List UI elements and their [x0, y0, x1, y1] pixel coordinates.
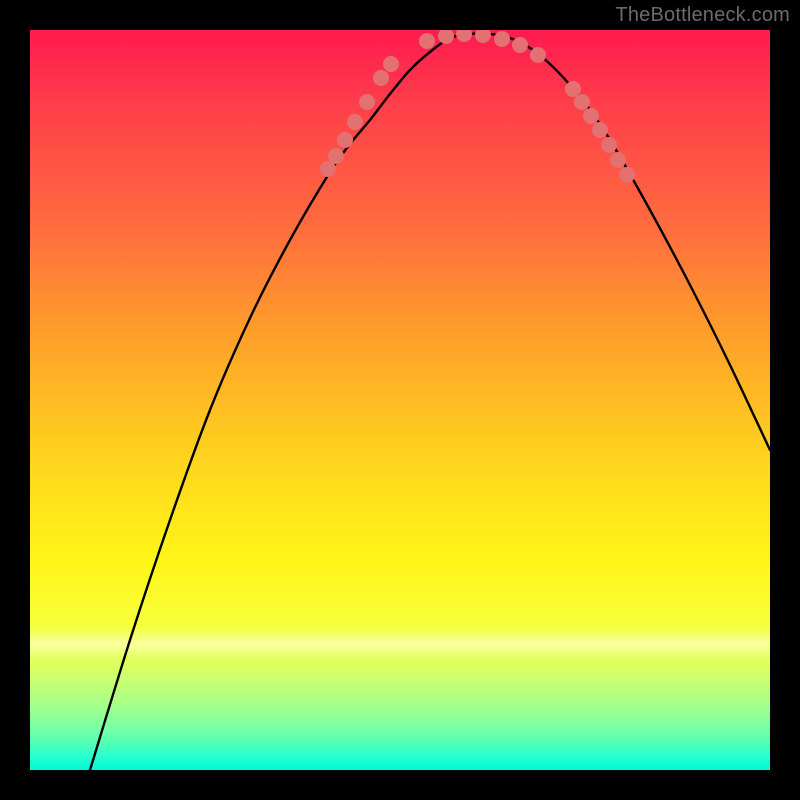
- curve-marker: [565, 81, 581, 97]
- curve-marker: [328, 148, 344, 164]
- curve-marker: [574, 94, 590, 110]
- curve-marker: [347, 114, 363, 130]
- curve-markers: [320, 30, 635, 183]
- watermark-text: TheBottleneck.com: [615, 4, 790, 27]
- curve-marker: [512, 37, 528, 53]
- curve-marker: [601, 137, 617, 153]
- bottleneck-curve: [90, 33, 770, 770]
- curve-marker: [530, 47, 546, 63]
- curve-layer: [30, 30, 770, 770]
- curve-marker: [592, 122, 608, 138]
- curve-marker: [337, 132, 353, 148]
- curve-marker: [610, 152, 626, 168]
- curve-marker: [383, 56, 399, 72]
- chart-stage: TheBottleneck.com: [0, 0, 800, 800]
- curve-marker: [494, 31, 510, 47]
- curve-marker: [438, 30, 454, 44]
- curve-marker: [373, 70, 389, 86]
- curve-marker: [619, 167, 635, 183]
- plot-area: [30, 30, 770, 770]
- curve-marker: [456, 30, 472, 42]
- curve-marker: [475, 30, 491, 43]
- curve-marker: [419, 33, 435, 49]
- curve-marker: [359, 94, 375, 110]
- curve-marker: [583, 108, 599, 124]
